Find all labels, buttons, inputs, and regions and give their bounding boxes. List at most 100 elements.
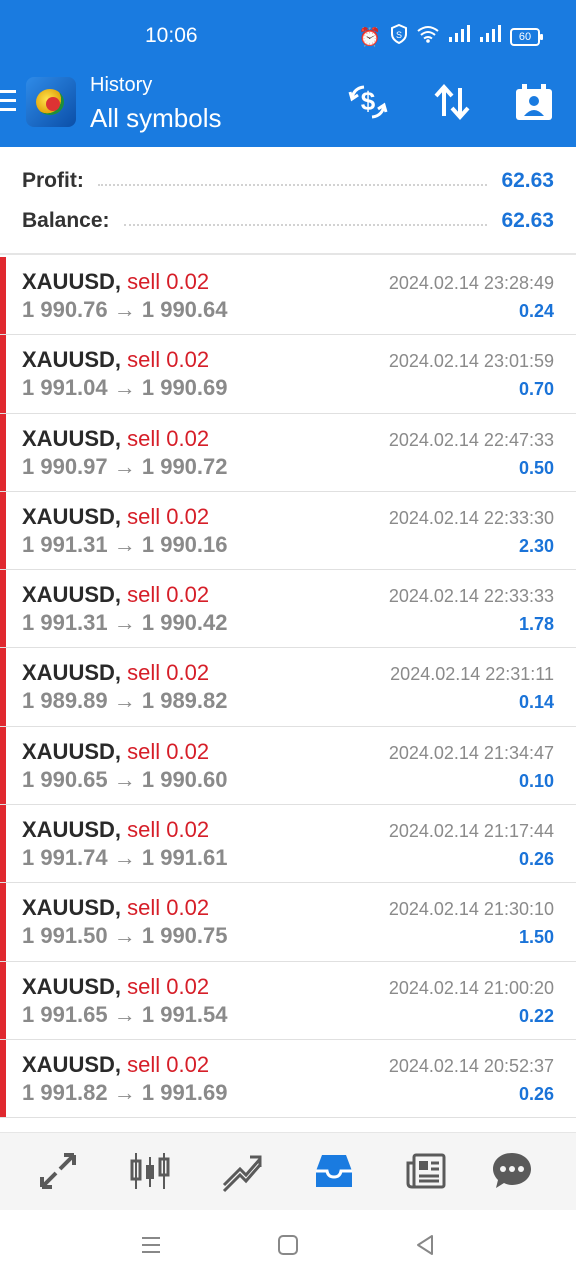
deal-profit: 0.50 xyxy=(518,457,554,478)
deal-side: sell 0.02 xyxy=(127,660,210,686)
home-icon[interactable] xyxy=(275,1232,301,1258)
deal-side: sell 0.02 xyxy=(127,817,210,843)
chat-icon[interactable] xyxy=(490,1149,534,1193)
sell-indicator xyxy=(0,883,6,961)
sell-indicator xyxy=(0,961,6,1039)
sell-indicator xyxy=(0,257,6,335)
deal-time: 2024.02.14 21:00:20 xyxy=(388,977,554,998)
deal-profit: 0.24 xyxy=(518,301,554,321)
sell-indicator xyxy=(0,648,6,726)
deal-symbol: XAUUSD, xyxy=(22,269,122,294)
deal-side: sell 0.02 xyxy=(127,347,210,373)
dotted-leader xyxy=(97,184,488,186)
calendar-icon[interactable] xyxy=(512,82,556,122)
deal-row[interactable]: XAUUSD, sell 0.02 2024.02.14 21:17:44 1 … xyxy=(0,805,576,884)
deal-side: sell 0.02 xyxy=(127,1051,210,1077)
deal-profit: 0.26 xyxy=(518,1083,554,1104)
deal-symbol: XAUUSD, xyxy=(22,582,122,608)
deal-row[interactable]: XAUUSD, sell 0.02 2024.02.14 23:28:49 1 … xyxy=(0,257,576,336)
deal-row[interactable]: XAUUSD, sell 0.02 2024.02.14 20:52:37 1 … xyxy=(0,1039,576,1119)
battery-icon: 60 xyxy=(510,27,543,46)
deal-row[interactable]: XAUUSD, sell 0.02 2024.02.14 21:00:20 1 … xyxy=(0,961,576,1040)
app-logo xyxy=(26,77,76,127)
deal-row[interactable]: XAUUSD, sell 0.02 2024.02.14 21:30:10 1 … xyxy=(0,883,576,962)
signal-icon xyxy=(448,25,470,48)
deal-prices: 1 990.65 → 1 990.60 xyxy=(22,766,228,792)
deal-symbol: XAUUSD, xyxy=(22,817,122,843)
sell-indicator xyxy=(0,570,6,648)
deal-profit: 0.10 xyxy=(518,770,554,791)
deal-row[interactable]: XAUUSD, sell 0.02 2024.02.14 21:34:47 1 … xyxy=(0,726,576,806)
deal-time: 2024.02.14 22:33:33 xyxy=(388,586,554,607)
deal-prices: 1 989.89 → 1 989.82 xyxy=(22,688,228,714)
deal-time: 2024.02.14 22:47:33 xyxy=(388,429,554,450)
balance-label: Balance: xyxy=(22,209,110,232)
page-title[interactable]: All symbols xyxy=(90,103,221,134)
deal-prices: 1 991.74 → 1 991.61 xyxy=(22,845,228,871)
deal-row[interactable]: XAUUSD, sell 0.02 2024.02.14 22:31:11 1 … xyxy=(0,648,576,727)
deal-row[interactable]: XAUUSD, sell 0.02 2024.02.14 22:47:33 1 … xyxy=(0,413,576,492)
deal-symbol: XAUUSD, xyxy=(22,738,122,764)
deal-prices: 1 990.97 → 1 990.72 xyxy=(22,453,228,479)
system-nav-bar xyxy=(0,1210,576,1280)
summary-panel: Profit: 62.63 Balance: 62.63 xyxy=(0,147,576,255)
sell-indicator xyxy=(0,1039,6,1118)
sell-indicator xyxy=(0,805,6,883)
deal-side: sell 0.02 xyxy=(127,503,210,529)
app-bar: History All symbols $ xyxy=(0,72,576,147)
deal-symbol: XAUUSD, xyxy=(22,425,122,451)
deal-side: sell 0.02 xyxy=(127,895,210,921)
deal-side: sell 0.02 xyxy=(127,425,210,451)
deal-time: 2024.02.14 23:28:49 xyxy=(388,273,554,293)
deal-prices: 1 991.31 → 1 990.42 xyxy=(22,610,228,636)
deal-side: sell 0.02 xyxy=(127,269,210,294)
deal-profit: 2.30 xyxy=(518,535,554,556)
deal-prices: 1 991.50 → 1 990.75 xyxy=(22,923,228,949)
trade-icon[interactable] xyxy=(220,1149,264,1193)
deal-profit: 1.78 xyxy=(518,614,554,635)
deal-symbol: XAUUSD, xyxy=(22,973,122,999)
deal-symbol: XAUUSD, xyxy=(22,1051,122,1077)
history-icon[interactable] xyxy=(312,1149,356,1193)
deal-row[interactable]: XAUUSD, sell 0.02 2024.02.14 22:33:30 1 … xyxy=(0,491,576,571)
deal-prices: 1 991.82 → 1 991.69 xyxy=(22,1079,228,1105)
back-icon[interactable] xyxy=(412,1232,438,1258)
deal-side: sell 0.02 xyxy=(127,582,210,608)
quotes-icon[interactable] xyxy=(36,1149,80,1193)
balance-row: Balance: 62.63 xyxy=(22,203,554,239)
shield-icon: S xyxy=(390,23,408,49)
deals-list: XAUUSD, sell 0.02 2024.02.14 23:28:49 1 … xyxy=(0,257,576,1132)
deal-symbol: XAUUSD, xyxy=(22,660,122,686)
deal-time: 2024.02.14 21:30:10 xyxy=(388,899,554,920)
deal-row[interactable]: XAUUSD, sell 0.02 2024.02.14 22:33:33 1 … xyxy=(0,570,576,649)
header: 10:06 ⏰ S 60 History All symbols $ xyxy=(0,0,576,147)
deal-side: sell 0.02 xyxy=(127,738,210,764)
profit-row: Profit: 62.63 xyxy=(22,163,554,199)
deal-symbol: XAUUSD, xyxy=(22,503,122,529)
deal-profit: 0.22 xyxy=(518,1005,554,1026)
sort-icon[interactable] xyxy=(430,82,474,122)
deal-profit: 0.14 xyxy=(518,692,554,713)
profit-value: 62.63 xyxy=(501,169,554,192)
currency-exchange-icon[interactable]: $ xyxy=(346,82,390,122)
deal-profit: 0.70 xyxy=(518,379,554,400)
dotted-leader xyxy=(123,224,488,226)
wifi-icon xyxy=(417,25,439,48)
deal-time: 2024.02.14 21:17:44 xyxy=(388,821,554,842)
status-bar: 10:06 ⏰ S 60 xyxy=(0,0,576,72)
page-subtitle: History xyxy=(90,74,153,96)
status-icons: ⏰ S 60 xyxy=(359,23,543,49)
balance-value: 62.63 xyxy=(501,209,554,232)
deal-time: 2024.02.14 23:01:59 xyxy=(388,351,554,372)
deal-symbol: XAUUSD, xyxy=(22,347,122,373)
menu-icon[interactable] xyxy=(0,90,16,112)
news-icon[interactable] xyxy=(404,1149,448,1193)
deal-prices: 1 991.04 → 1 990.69 xyxy=(22,375,228,401)
sell-indicator xyxy=(0,335,6,413)
recents-icon[interactable] xyxy=(138,1232,164,1258)
deal-row[interactable]: XAUUSD, sell 0.02 2024.02.14 23:01:59 1 … xyxy=(0,335,576,414)
chart-icon[interactable] xyxy=(128,1149,172,1193)
deal-time: 2024.02.14 20:52:37 xyxy=(388,1055,554,1076)
status-time: 10:06 xyxy=(145,24,198,47)
sell-indicator xyxy=(0,726,6,805)
